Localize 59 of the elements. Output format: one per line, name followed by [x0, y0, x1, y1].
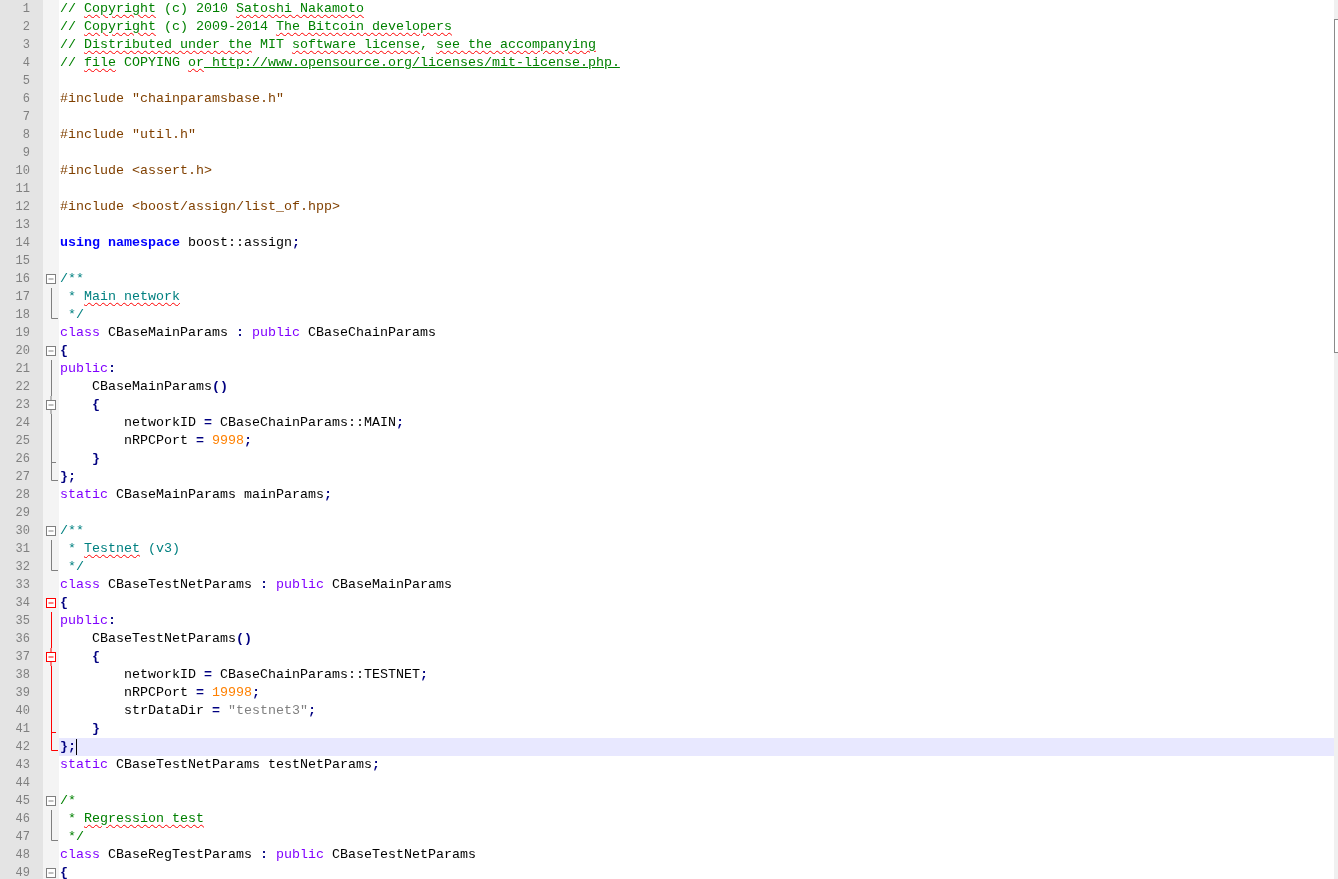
line-number: 27 — [15, 469, 30, 486]
line-number: 42 — [15, 739, 30, 756]
line-number: 43 — [15, 757, 30, 774]
line-number: 35 — [15, 613, 30, 630]
line-number: 17 — [15, 289, 30, 306]
line-number: 24 — [15, 415, 30, 432]
line-number: 15 — [15, 253, 30, 270]
line-number: 8 — [22, 127, 30, 144]
fold-minus-icon[interactable] — [46, 868, 56, 878]
line-number: 2 — [22, 19, 30, 36]
line-number: 30 — [15, 523, 30, 540]
line-number: 20 — [15, 343, 30, 360]
line-number: 19 — [15, 325, 30, 342]
line-number: 18 — [15, 307, 30, 324]
fold-minus-icon[interactable] — [46, 274, 56, 284]
line-number: 45 — [15, 793, 30, 810]
line-number: 32 — [15, 559, 30, 576]
line-number: 21 — [15, 361, 30, 378]
fold-minus-icon[interactable] — [46, 346, 56, 356]
line-number: 31 — [15, 541, 30, 558]
line-number: 22 — [15, 379, 30, 396]
line-number: 9 — [22, 145, 30, 162]
line-number: 23 — [15, 397, 30, 414]
line-number: 16 — [15, 271, 30, 288]
scrollbar-thumb[interactable] — [1334, 19, 1338, 353]
line-number: 39 — [15, 685, 30, 702]
line-number: 11 — [15, 181, 30, 198]
line-number: 48 — [15, 847, 30, 864]
fold-minus-icon[interactable] — [46, 396, 56, 414]
line-number: 26 — [15, 451, 30, 468]
line-number: 3 — [22, 37, 30, 54]
line-number: 38 — [15, 667, 30, 684]
line-number: 25 — [15, 433, 30, 450]
line-number: 5 — [22, 73, 30, 90]
line-number: 7 — [22, 109, 30, 126]
line-number: 47 — [15, 829, 30, 846]
line-number: 33 — [15, 577, 30, 594]
line-number: 49 — [15, 865, 30, 879]
line-number: 46 — [15, 811, 30, 828]
line-number: 44 — [15, 775, 30, 792]
line-number: 12 — [15, 199, 30, 216]
line-number: 36 — [15, 631, 30, 648]
line-number: 29 — [15, 505, 30, 522]
fold-minus-icon[interactable] — [46, 526, 56, 536]
fold-minus-icon[interactable] — [46, 648, 56, 666]
line-number: 41 — [15, 721, 30, 738]
line-number: 1 — [22, 1, 30, 18]
line-number: 4 — [22, 55, 30, 72]
fold-minus-icon[interactable] — [46, 796, 56, 806]
line-number: 37 — [15, 649, 30, 666]
line-number: 40 — [15, 703, 30, 720]
scrollbar-track[interactable] — [1334, 0, 1338, 879]
line-number: 28 — [15, 487, 30, 504]
line-number: 14 — [15, 235, 30, 252]
line-number: 34 — [15, 595, 30, 612]
line-number: 13 — [15, 217, 30, 234]
fold-minus-icon[interactable] — [46, 598, 56, 608]
line-number: 6 — [22, 91, 30, 108]
line-number: 10 — [15, 163, 30, 180]
